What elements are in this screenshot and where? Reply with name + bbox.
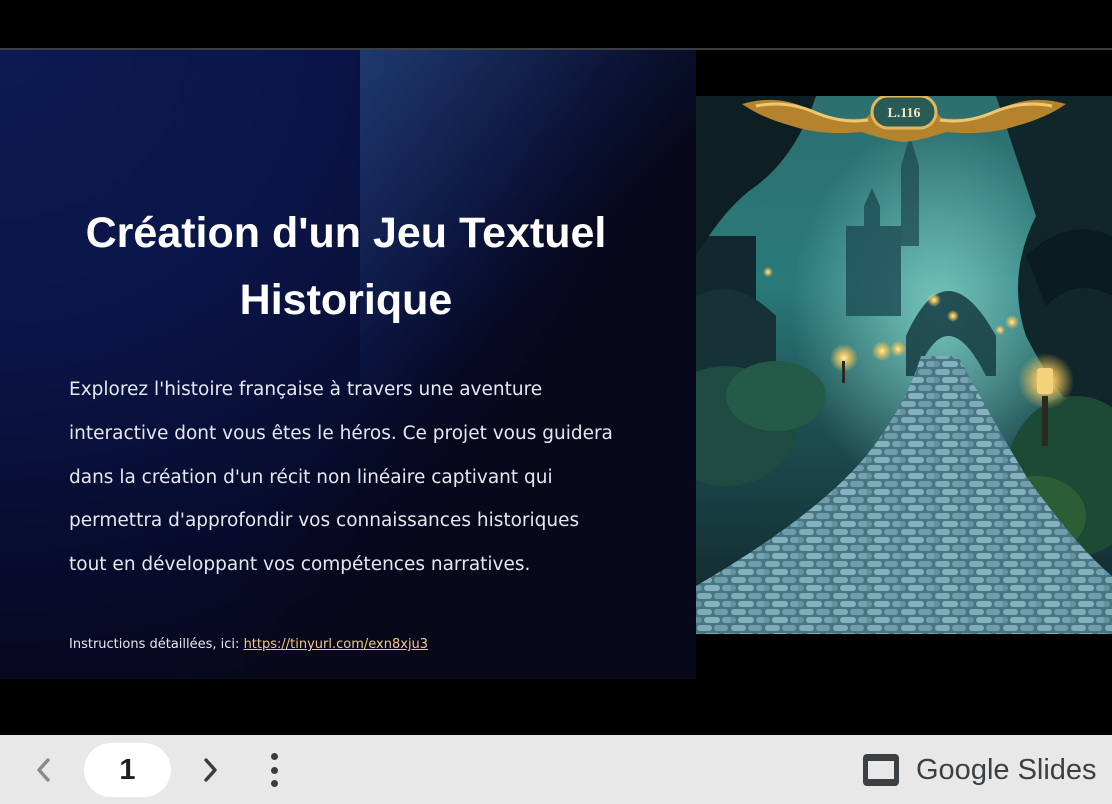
slide-title-line-2: Historique — [239, 276, 453, 324]
slide-image-path: L.116 — [696, 96, 1112, 634]
google-slides-brand[interactable]: Google Slides — [862, 751, 1097, 789]
more-options-button[interactable] — [262, 753, 286, 787]
slide-title: Création d'un Jeu Textuel Historique — [40, 200, 652, 334]
instructions: Instructions détaillées, ici: https://ti… — [69, 637, 428, 652]
more-vertical-icon — [270, 753, 278, 760]
instructions-link[interactable]: https://tinyurl.com/exn8xju3 — [244, 637, 429, 652]
body-line-5: tout en développant vos compétences narr… — [69, 554, 531, 576]
body-line-2: interactive dont vous êtes le héros. Ce … — [69, 422, 613, 444]
slides-toolbar: 1 Google Slides — [0, 735, 1112, 804]
page-number: 1 — [119, 753, 136, 786]
slide-title-line-1: Création d'un Jeu Textuel — [85, 209, 607, 257]
forest-path-illustration: L.116 — [696, 96, 1112, 634]
presentation-icon — [863, 754, 899, 786]
brand-label: Google Slides — [916, 753, 1097, 786]
body-line-3: dans la création d'un récit non linéaire… — [69, 466, 553, 488]
plaque-text: L.116 — [887, 106, 920, 121]
menu-dot — [270, 766, 278, 774]
slide-text-panel: Création d'un Jeu Textuel Historique Exp… — [0, 50, 696, 679]
previous-slide-button[interactable] — [28, 755, 58, 785]
page-number-indicator[interactable]: 1 — [84, 743, 171, 797]
body-line-4: permettra d'approfondir vos connaissance… — [69, 510, 580, 532]
next-slide-button[interactable] — [196, 755, 226, 785]
body-line-1: Explorez l'histoire française à travers … — [69, 379, 543, 400]
chevron-left-icon — [37, 758, 50, 782]
slide-body: Explorez l'histoire française à travers … — [69, 368, 649, 587]
instructions-label: Instructions détaillées, ici: — [69, 637, 244, 652]
chevron-right-icon — [204, 758, 217, 782]
menu-dot — [270, 780, 278, 787]
